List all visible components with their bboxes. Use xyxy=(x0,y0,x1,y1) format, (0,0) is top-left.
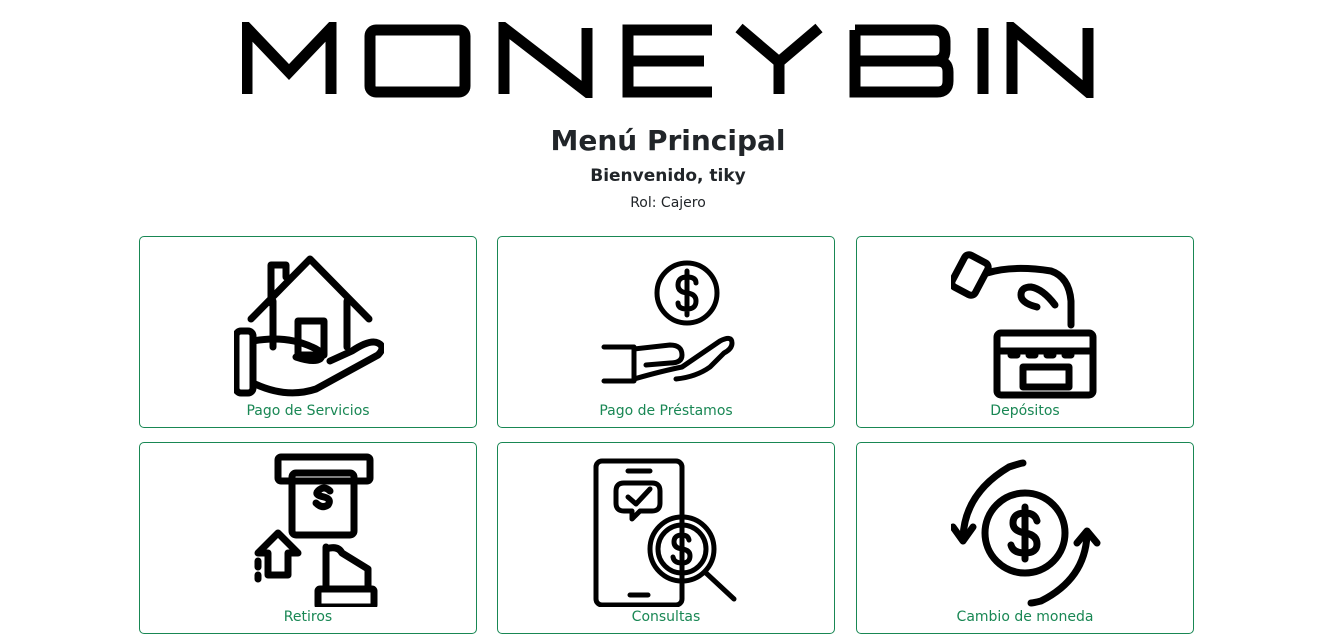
menu-card-depositos[interactable]: Depósitos xyxy=(856,236,1194,428)
menu-card-cambio-moneda[interactable]: Cambio de moneda xyxy=(856,442,1194,634)
menu-card-label: Depósitos xyxy=(990,403,1060,419)
menu-card-label: Retiros xyxy=(283,609,333,625)
menu-card-retiros[interactable]: Retiros xyxy=(139,442,477,634)
menu-card-label: Pago de Servicios xyxy=(246,403,370,419)
welcome-message: Bienvenido, tiky xyxy=(590,166,746,186)
user-role: Rol: Cajero xyxy=(630,195,706,211)
page-title: Menú Principal xyxy=(550,124,786,157)
phone-search-icon xyxy=(593,458,737,607)
atm-withdraw-icon xyxy=(254,453,378,607)
deposit-box-icon xyxy=(951,251,1097,399)
menu-card-label: Consultas xyxy=(631,609,701,625)
menu-card-consultas[interactable]: Consultas xyxy=(497,442,835,634)
hand-coin-icon xyxy=(601,260,735,384)
menu-card-pago-prestamos[interactable]: Pago de Préstamos xyxy=(497,236,835,428)
house-in-hand-icon xyxy=(234,255,384,397)
currency-exchange-icon xyxy=(951,459,1101,607)
menu-card-label: Cambio de moneda xyxy=(956,609,1094,625)
money-bin-logo xyxy=(0,22,1336,106)
menu-card-label: Pago de Préstamos xyxy=(599,403,733,419)
menu-card-pago-servicios[interactable]: Pago de Servicios xyxy=(139,236,477,428)
